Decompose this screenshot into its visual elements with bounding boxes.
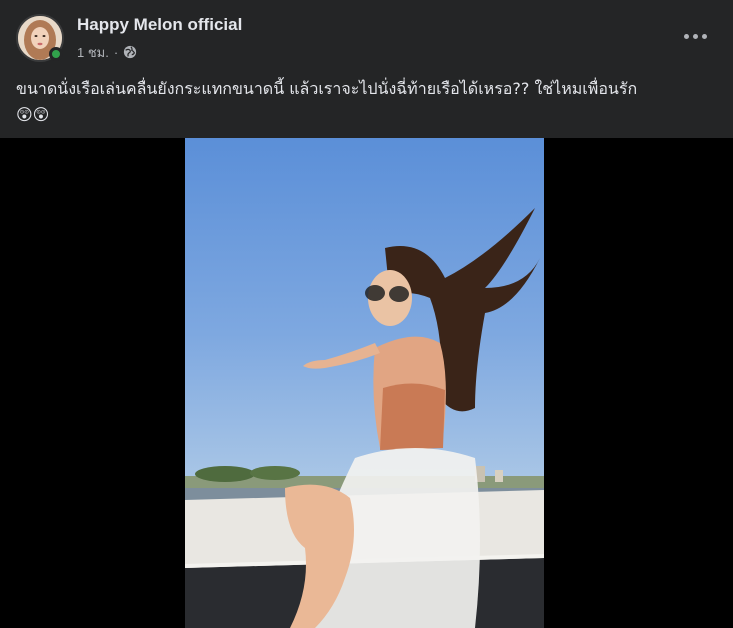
post-message-text: ขนาดนั่งเรือเล่นคลื่นยังกระแทกขนาดนี้ แล… bbox=[16, 79, 638, 98]
video-player[interactable] bbox=[0, 138, 733, 628]
online-status-icon bbox=[49, 47, 63, 61]
meta-separator: · bbox=[113, 44, 119, 60]
video-frame[interactable] bbox=[185, 138, 544, 628]
more-dot-icon bbox=[683, 33, 689, 39]
post-time-link[interactable]: 1 ชม. bbox=[77, 42, 109, 63]
avatar[interactable] bbox=[16, 14, 64, 62]
page-name-link[interactable]: Happy Melon official bbox=[77, 15, 242, 35]
post-message-emoji: 😲😲 bbox=[16, 105, 50, 124]
more-dot-icon bbox=[701, 33, 707, 39]
more-dot-icon bbox=[692, 33, 698, 39]
post-meta: 1 ชม. · bbox=[77, 43, 137, 61]
post-message: ขนาดนั่งเรือเล่นคลื่นยังกระแทกขนาดนี้ แล… bbox=[16, 76, 721, 128]
post-header: Happy Melon official 1 ชม. · ขนาดนั่งเรื… bbox=[0, 0, 733, 138]
video-scene-image bbox=[185, 208, 544, 628]
globe-icon[interactable] bbox=[123, 45, 137, 59]
more-options-button[interactable] bbox=[677, 24, 713, 48]
